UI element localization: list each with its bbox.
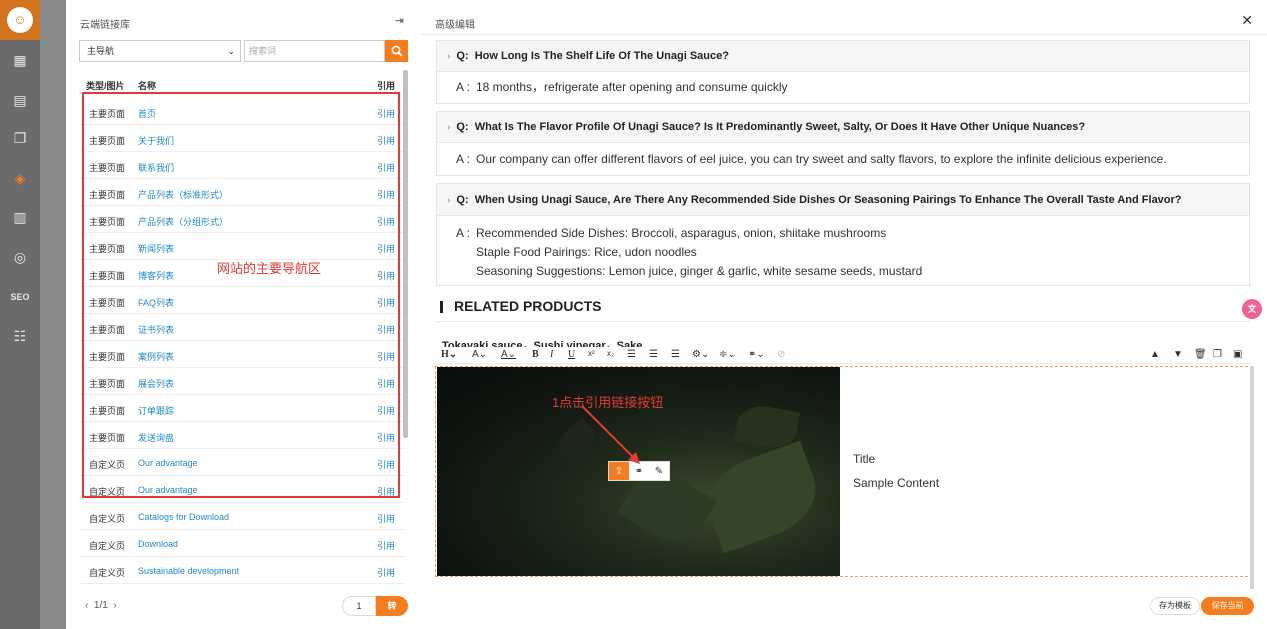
faq-item: › Q: When Using Unagi Sauce, Are There An…: [436, 183, 1250, 286]
modal-backdrop: [40, 0, 66, 629]
faq-question[interactable]: › Q: When Using Unagi Sauce, Are There An…: [437, 184, 1249, 216]
pagination: ‹ 1/1 ›: [85, 600, 117, 611]
exit-icon[interactable]: ⇥: [395, 14, 404, 27]
col-type: 类型/图片: [86, 81, 125, 91]
italic-tool[interactable]: I: [550, 349, 553, 360]
table-row: 自定义页 Download 引用: [79, 530, 405, 557]
unlink-icon[interactable]: ⊘: [777, 349, 785, 360]
col-ref: 引用: [376, 81, 395, 91]
spacing-icon[interactable]: ≑⌄: [719, 349, 736, 360]
move-down-icon[interactable]: ▼: [1173, 349, 1183, 360]
save-template-button[interactable]: 存为模板: [1150, 597, 1200, 615]
heading-bar: [440, 301, 443, 313]
row-name-link[interactable]: Download: [138, 539, 178, 549]
faq-answer: A : Recommended Side Dishes: Broccoli, as…: [456, 226, 923, 278]
row-ref-link[interactable]: 引用: [377, 566, 395, 579]
assistant-float-icon[interactable]: 文: [1242, 299, 1262, 319]
cube-icon[interactable]: ◈: [10, 168, 30, 188]
prev-page-icon[interactable]: ‹: [85, 600, 88, 611]
nav-type-select[interactable]: 主导航 ⌄: [79, 40, 241, 62]
app-logo-icon: ☺: [7, 7, 33, 33]
advanced-editor-panel: 高级编辑 ✕ › Q: How Long Is The Shelf Life Of…: [420, 0, 1267, 629]
next-page-icon[interactable]: ›: [113, 600, 116, 611]
faq-question[interactable]: › Q: How Long Is The Shelf Life Of The Un…: [437, 41, 1249, 72]
chevron-right-icon: ›: [447, 51, 451, 62]
underline-tool[interactable]: U: [568, 349, 575, 360]
card-title[interactable]: Title: [853, 452, 875, 466]
faq-question[interactable]: › Q: What Is The Flavor Profile Of Unagi …: [437, 112, 1249, 143]
faq-answer: A : Our company can offer different flavo…: [456, 152, 1167, 166]
link-library-panel: 云端链接库 ⇥ 主导航 ⌄ 搜索词 类型/图片 名称 引用 主要页面 首页 引用 主要页…: [66, 0, 420, 629]
align-center-icon[interactable]: ☰: [649, 349, 658, 360]
align-left-icon[interactable]: ☰: [627, 349, 636, 360]
row-ref-link[interactable]: 引用: [377, 539, 395, 552]
subscript-tool[interactable]: x₂: [607, 349, 614, 358]
col-name: 名称: [138, 81, 157, 91]
table-row: 自定义页 Catalogs for Download 引用: [79, 503, 405, 530]
search-input[interactable]: 搜索词: [244, 40, 385, 62]
delete-icon[interactable]: 🗑: [1194, 349, 1207, 360]
table-header: 类型/图片 名称 引用: [79, 77, 405, 93]
related-products-list: Tokayaki sauce，Sushi vinegar，Sake: [442, 340, 643, 347]
users-icon[interactable]: ☷: [10, 326, 30, 346]
search-button[interactable]: [385, 40, 408, 62]
editor-toolbar: H⌄ A⌄ A⌄ B I U x² x₂ ☰ ☰ ☰ ⚙⌄ ≑⌄ ⚭⌄ ⊘ ▲ …: [436, 347, 1250, 364]
seo-icon[interactable]: SEO: [10, 287, 30, 307]
annotation-main-nav: 网站的主要导航区: [217, 261, 322, 276]
app-logo[interactable]: ☺: [0, 0, 40, 40]
chevron-right-icon: ›: [447, 122, 451, 133]
row-ref-link[interactable]: 引用: [377, 512, 395, 525]
faq-answer: A :18 months，refrigerate after opening a…: [456, 80, 788, 94]
font-color-tool[interactable]: A⌄: [501, 349, 516, 360]
search-icon: [391, 45, 403, 57]
chart-icon[interactable]: ◎: [10, 247, 30, 267]
scrollbar[interactable]: [403, 70, 408, 438]
scrollbar[interactable]: [1250, 366, 1254, 589]
align-right-icon[interactable]: ☰: [671, 349, 680, 360]
nav-type-select-value: 主导航: [87, 46, 115, 56]
row-name-link[interactable]: Sustainable development: [138, 566, 239, 576]
chevron-right-icon: ›: [447, 195, 451, 206]
row-type: 自定义页: [89, 568, 126, 578]
duplicate-icon[interactable]: ❐: [1213, 349, 1222, 360]
edit-icon[interactable]: ✎: [649, 462, 669, 480]
close-icon[interactable]: ✕: [1241, 12, 1253, 29]
row-type: 自定义页: [89, 541, 126, 551]
card-content[interactable]: Sample Content: [853, 476, 939, 490]
row-name-link[interactable]: Catalogs for Download: [138, 512, 229, 522]
divider: [436, 321, 1250, 322]
highlight-box: [82, 92, 400, 498]
annotation-click-link: 1点击引用链接按钮: [552, 395, 664, 410]
heading-tool[interactable]: H⌄: [441, 349, 457, 360]
faq-item: › Q: How Long Is The Shelf Life Of The Un…: [436, 40, 1250, 104]
bold-tool[interactable]: B: [532, 349, 539, 360]
grid-icon[interactable]: ▦: [10, 50, 30, 70]
move-up-icon[interactable]: ▲: [1150, 349, 1160, 360]
icon-rail: ☺ ▦ ▤ ❐ ◈ ▥ ◎ SEO ☷: [0, 0, 40, 629]
book-icon[interactable]: ▥: [10, 207, 30, 227]
table-row: 自定义页 Sustainable development 引用: [79, 557, 405, 584]
page-indicator: 1/1: [93, 600, 108, 611]
faq-item: › Q: What Is The Flavor Profile Of Unagi …: [436, 111, 1250, 176]
divider: [420, 34, 1267, 35]
clipboard-icon[interactable]: ▤: [10, 90, 30, 110]
link-library-title: 云端链接库: [80, 20, 130, 31]
link-icon[interactable]: ⚭⌄: [748, 349, 765, 360]
page-input[interactable]: 1: [342, 596, 376, 616]
superscript-tool[interactable]: x²: [588, 349, 595, 358]
settings-icon[interactable]: ⚙⌄: [692, 349, 709, 360]
paste-icon[interactable]: ▣: [1233, 349, 1242, 360]
go-page-button[interactable]: 转: [376, 596, 408, 616]
chevron-down-icon: ⌄: [227, 46, 235, 56]
copy-icon[interactable]: ❐: [10, 128, 30, 148]
related-products-heading: RELATED PRODUCTS: [454, 298, 602, 314]
row-type: 自定义页: [89, 514, 126, 524]
editor-title: 高级编辑: [435, 20, 475, 31]
save-current-button[interactable]: 保存当前: [1201, 597, 1254, 615]
font-tool[interactable]: A⌄: [472, 349, 487, 360]
